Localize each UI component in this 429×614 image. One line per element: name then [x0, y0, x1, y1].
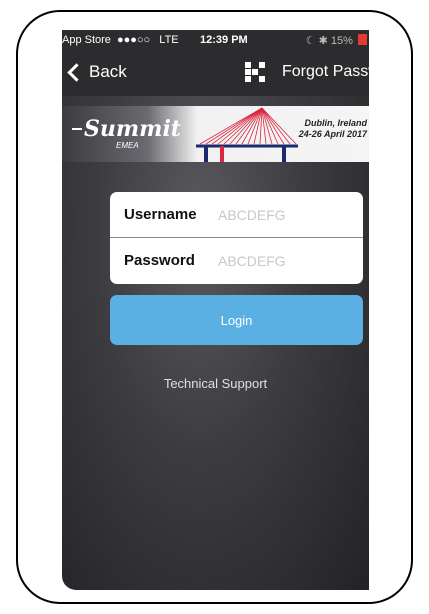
bluetooth-icon: ☾ ✱	[305, 35, 328, 47]
logo-dash	[72, 128, 82, 130]
event-details: Dublin, Ireland 24-26 April 2017	[299, 118, 367, 140]
login-form: Username Password	[110, 192, 363, 284]
status-time: 12:39 PM	[200, 34, 248, 46]
back-button[interactable]: Back	[67, 62, 127, 82]
app-screen: App Store ●●●○○ LTE 12:39 PM ☾ ✱ 15% Bac…	[62, 30, 369, 590]
battery-percent: 15%	[330, 35, 353, 47]
logo-subtitle: EMEA	[116, 141, 139, 150]
technical-support-link[interactable]: Technical Support	[62, 376, 369, 391]
carrier-label: App Store	[62, 34, 111, 46]
back-label: Back	[89, 62, 127, 81]
logo-text: Summit	[84, 116, 181, 142]
status-left: App Store ●●●○○ LTE	[62, 34, 179, 46]
password-input[interactable]	[216, 251, 360, 270]
navigation-bar: Back Forgot Password	[62, 52, 369, 96]
network-type: LTE	[159, 34, 179, 46]
qr-code-icon[interactable]	[245, 62, 265, 82]
back-chevron-icon	[67, 62, 86, 82]
password-row: Password	[110, 238, 363, 283]
event-dates: 24-26 April 2017	[298, 129, 367, 139]
password-label: Password	[124, 252, 195, 269]
signal-strength: ●●●○○	[116, 34, 151, 46]
event-location: Dublin, Ireland	[304, 118, 367, 128]
username-label: Username	[124, 206, 197, 223]
status-bar: App Store ●●●○○ LTE 12:39 PM ☾ ✱ 15%	[62, 30, 369, 52]
status-right: ☾ ✱ 15%	[306, 34, 367, 47]
roof-graphic-icon	[196, 107, 298, 162]
battery-icon	[358, 34, 367, 45]
login-button[interactable]: Login	[110, 295, 363, 345]
event-banner: Summit EMEA Dublin, Ireland 24-26 April …	[62, 106, 369, 162]
forgot-password-button[interactable]: Forgot Password	[282, 63, 369, 81]
username-input[interactable]	[216, 205, 360, 224]
username-row: Username	[110, 192, 363, 238]
summit-logo: Summit EMEA	[72, 116, 181, 150]
